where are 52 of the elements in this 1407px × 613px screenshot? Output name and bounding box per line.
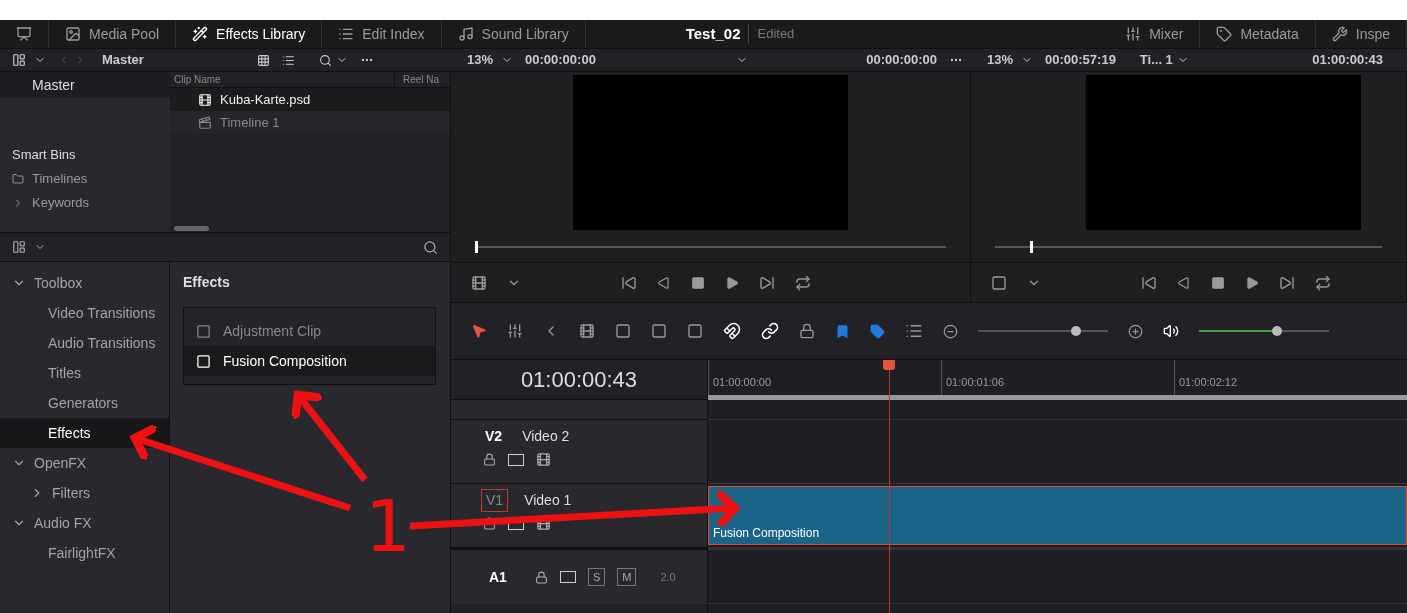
tree-item[interactable]: Toolbox: [0, 268, 169, 298]
effect-item[interactable]: Fusion Composition: [184, 346, 435, 376]
tree-item[interactable]: Audio FX: [0, 508, 169, 538]
clip-row[interactable]: Timeline 1: [170, 111, 450, 134]
tree-item[interactable]: Effects: [0, 418, 169, 448]
bin-item[interactable]: Timelines: [0, 167, 170, 191]
ruler-label: 01:00:02:12: [1174, 360, 1407, 395]
zoom-level[interactable]: 13%: [467, 50, 494, 70]
timecode: 00:00:57:19: [1045, 51, 1116, 70]
toolbar-tab[interactable]: Sound Library: [441, 20, 586, 48]
toolbar-tab[interactable]: Media Pool: [49, 20, 177, 48]
timeline-ruler[interactable]: 01:00:00:00 01:00:01:06 01:00:02:12: [708, 360, 1407, 400]
tree-item[interactable]: FairlightFX: [0, 538, 169, 568]
timecode: 01:00:00:43: [1312, 51, 1383, 70]
timeline-selector[interactable]: Ti... 1: [1139, 50, 1173, 70]
column-header[interactable]: Reel Na: [395, 72, 440, 87]
project-title: Test_02: [685, 23, 741, 44]
track-id[interactable]: V2: [481, 425, 507, 447]
ruler-label: 01:00:01:06: [941, 360, 1174, 395]
effect-item[interactable]: Adjustment Clip: [184, 316, 435, 346]
column-header[interactable]: Clip Name: [170, 72, 395, 87]
toolbar-tab[interactable]: Mixer: [1109, 20, 1201, 48]
toolbar-tab[interactable]: Metadata: [1200, 20, 1316, 48]
clip-label: Fusion Composition: [712, 525, 820, 542]
project-status: Edited: [748, 24, 795, 44]
track-id: A1: [489, 567, 507, 587]
channel-label: 2.0: [660, 569, 676, 585]
timeline-clip[interactable]: Fusion Composition: [708, 486, 1407, 545]
bin-item[interactable]: Keywords: [0, 191, 170, 215]
panel-heading: Effects: [183, 273, 231, 292]
tree-item[interactable]: Generators: [0, 388, 169, 418]
mute-button[interactable]: M: [617, 567, 637, 587]
timecode: 00:00:00:00: [525, 51, 596, 70]
tree-item[interactable]: OpenFX: [0, 448, 169, 478]
tree-item[interactable]: Video Transitions: [0, 298, 169, 328]
track-id[interactable]: V1: [481, 488, 509, 512]
toolbar-tab[interactable]: Edit Index: [322, 20, 442, 48]
annotation-number: 1: [365, 490, 411, 562]
bin-name: Master: [102, 51, 145, 70]
toolbar-tab[interactable]: Effects Library: [176, 20, 323, 48]
timecode: 00:00:00:00: [866, 51, 937, 70]
clip-row[interactable]: Kuba-Karte.psd: [170, 88, 450, 111]
track-name: Video 1: [524, 490, 572, 510]
section-heading: Smart Bins: [11, 145, 77, 164]
track-name: Video 2: [522, 426, 570, 446]
tree-item[interactable]: Filters: [0, 478, 169, 508]
toolbar-tab[interactable]: Inspe: [1315, 20, 1407, 48]
tree-item[interactable]: Titles: [0, 358, 169, 388]
tree-item[interactable]: Audio Transitions: [0, 328, 169, 358]
solo-button[interactable]: S: [587, 567, 606, 587]
zoom-level[interactable]: 13%: [987, 50, 1014, 70]
bin-item[interactable]: Master: [0, 72, 170, 98]
